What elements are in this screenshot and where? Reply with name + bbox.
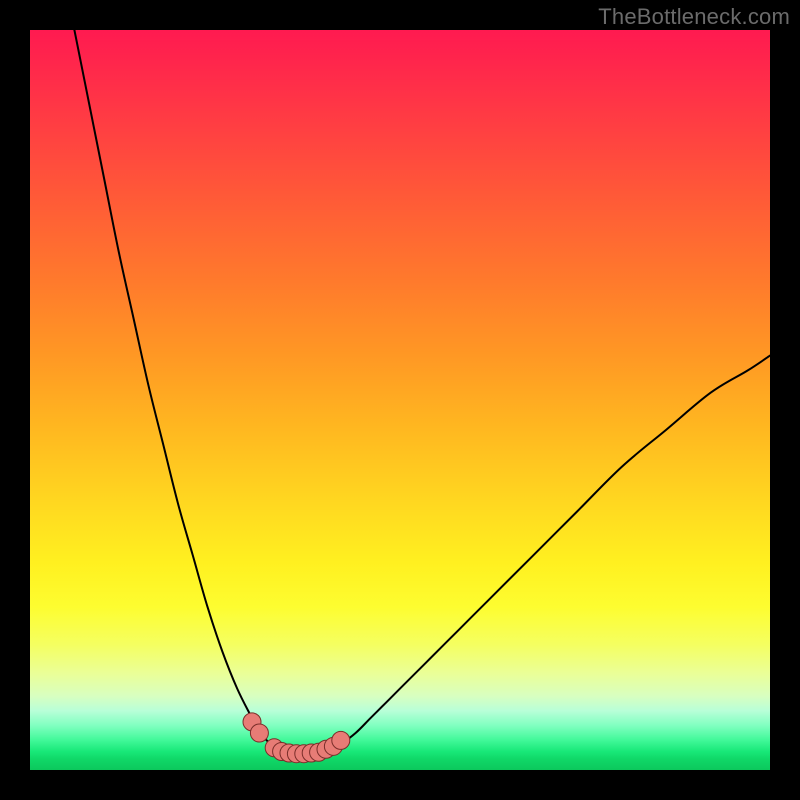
watermark-text: TheBottleneck.com: [598, 4, 790, 30]
curve-left-branch: [74, 30, 281, 752]
valley-marker: [332, 731, 350, 749]
plot-area: [30, 30, 770, 770]
chart-svg: [30, 30, 770, 770]
valley-marker: [250, 724, 268, 742]
curve-right-branch: [326, 356, 770, 752]
chart-frame: TheBottleneck.com: [0, 0, 800, 800]
